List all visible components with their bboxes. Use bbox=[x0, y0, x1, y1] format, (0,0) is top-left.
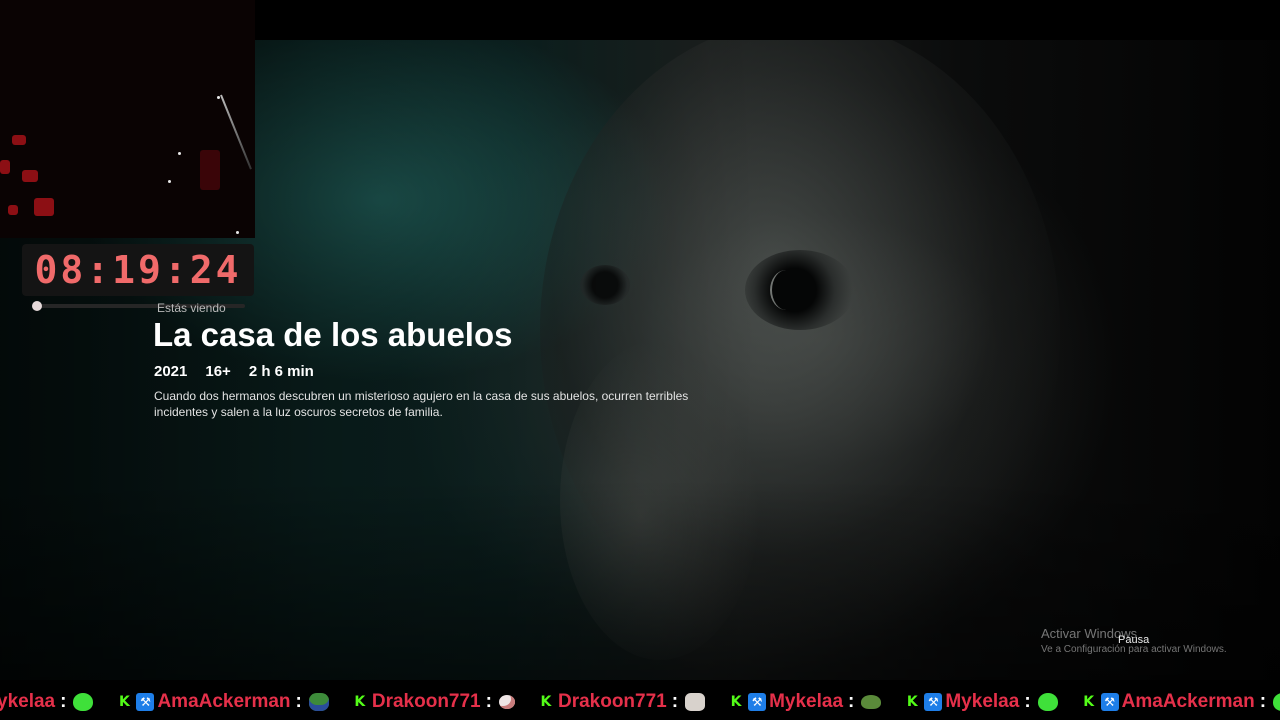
windows-activation-watermark: Activar Windows Ve a Configuración para … bbox=[1041, 626, 1271, 655]
chat-colon: : bbox=[60, 691, 67, 712]
green-blob-emote-icon bbox=[1037, 693, 1058, 711]
chat-track: ykelaa: K ⚒ AmaAckerman: K Drakoon771: K Drakoo… bbox=[0, 684, 1280, 720]
cam-red-light bbox=[34, 198, 54, 216]
kick-badge-icon: K bbox=[540, 694, 552, 710]
movie-title: La casa de los abuelos bbox=[153, 316, 513, 353]
chat-message: K Drakoon771: bbox=[537, 691, 706, 713]
sheep-emote-icon bbox=[498, 695, 515, 709]
chat-username[interactable]: Drakoon771 bbox=[558, 691, 667, 713]
cam-red-light bbox=[0, 160, 10, 174]
cam-highlight bbox=[178, 152, 181, 155]
chat-username[interactable]: Mykelaa bbox=[769, 691, 843, 713]
frog-emote-icon bbox=[861, 695, 882, 709]
cam-red-light bbox=[12, 135, 26, 145]
pause-tooltip: Pausa bbox=[1118, 634, 1150, 646]
timer-text: 08:19:24 bbox=[34, 248, 242, 292]
chat-colon: : bbox=[295, 691, 302, 712]
green-blob-emote-icon bbox=[73, 693, 94, 711]
pepe-hat-emote-icon bbox=[308, 693, 329, 711]
cam-highlight bbox=[236, 231, 239, 234]
watermark-title: Activar Windows bbox=[1041, 626, 1138, 641]
chat-message: K ⚒ AmaAckerman: bbox=[1080, 691, 1280, 713]
chat-colon: : bbox=[485, 691, 492, 712]
chat-ticker: ykelaa: K ⚒ AmaAckerman: K Drakoon771: K Drakoo… bbox=[0, 684, 1280, 720]
chat-colon: : bbox=[848, 691, 855, 712]
stream-timer: 08:19:24 bbox=[22, 244, 254, 296]
green-blob-emote-icon bbox=[1273, 693, 1280, 711]
chat-message: ykelaa: bbox=[0, 691, 94, 713]
cam-red-light bbox=[8, 205, 18, 215]
cam-red-light bbox=[22, 170, 38, 182]
chat-message: K ⚒ Mykelaa: bbox=[903, 691, 1058, 713]
cat-emote-icon bbox=[685, 693, 706, 711]
chat-username[interactable]: Drakoon771 bbox=[372, 691, 481, 713]
moderator-hammer-icon: ⚒ bbox=[1100, 693, 1119, 711]
now-watching-label: Estás viendo bbox=[157, 301, 226, 315]
moderator-hammer-icon: ⚒ bbox=[136, 693, 155, 711]
movie-meta: 2021 16+ 2 h 6 min bbox=[154, 363, 314, 380]
chat-message: K ⚒ AmaAckerman: bbox=[115, 691, 329, 713]
chat-colon: : bbox=[671, 691, 679, 712]
kick-badge-icon: K bbox=[354, 694, 366, 710]
screen: 08:19:24 Estás viendo La casa de los abu… bbox=[0, 0, 1280, 720]
moderator-hammer-icon: ⚒ bbox=[748, 693, 767, 711]
kick-badge-icon: K bbox=[119, 694, 130, 710]
chat-colon: : bbox=[1024, 691, 1031, 712]
chat-username[interactable]: Mykelaa bbox=[945, 691, 1019, 713]
cam-shadow bbox=[200, 150, 220, 190]
eye-highlight bbox=[770, 270, 802, 310]
kick-badge-icon: K bbox=[1083, 694, 1095, 710]
cam-highlight bbox=[168, 180, 171, 183]
chat-colon: : bbox=[1259, 691, 1267, 712]
webcam-overlay bbox=[0, 0, 255, 238]
kick-badge-icon: K bbox=[906, 694, 918, 710]
chat-username[interactable]: AmaAckerman bbox=[1122, 691, 1255, 713]
chat-username[interactable]: AmaAckerman bbox=[157, 691, 290, 713]
watermark-subtitle: Ve a Configuración para activar Windows. bbox=[1041, 644, 1227, 655]
cam-cable bbox=[220, 94, 252, 170]
chat-message: K ⚒ Mykelaa: bbox=[727, 691, 882, 713]
movie-year: 2021 bbox=[154, 363, 188, 380]
movie-rating: 16+ bbox=[205, 363, 231, 380]
chat-message: K Drakoon771: bbox=[351, 691, 515, 713]
moderator-hammer-icon: ⚒ bbox=[924, 693, 943, 711]
movie-duration: 2 h 6 min bbox=[248, 363, 314, 380]
movie-synopsis: Cuando dos hermanos descubren un misteri… bbox=[154, 389, 689, 419]
kick-badge-icon: K bbox=[730, 694, 742, 710]
chat-username[interactable]: ykelaa bbox=[0, 691, 55, 713]
